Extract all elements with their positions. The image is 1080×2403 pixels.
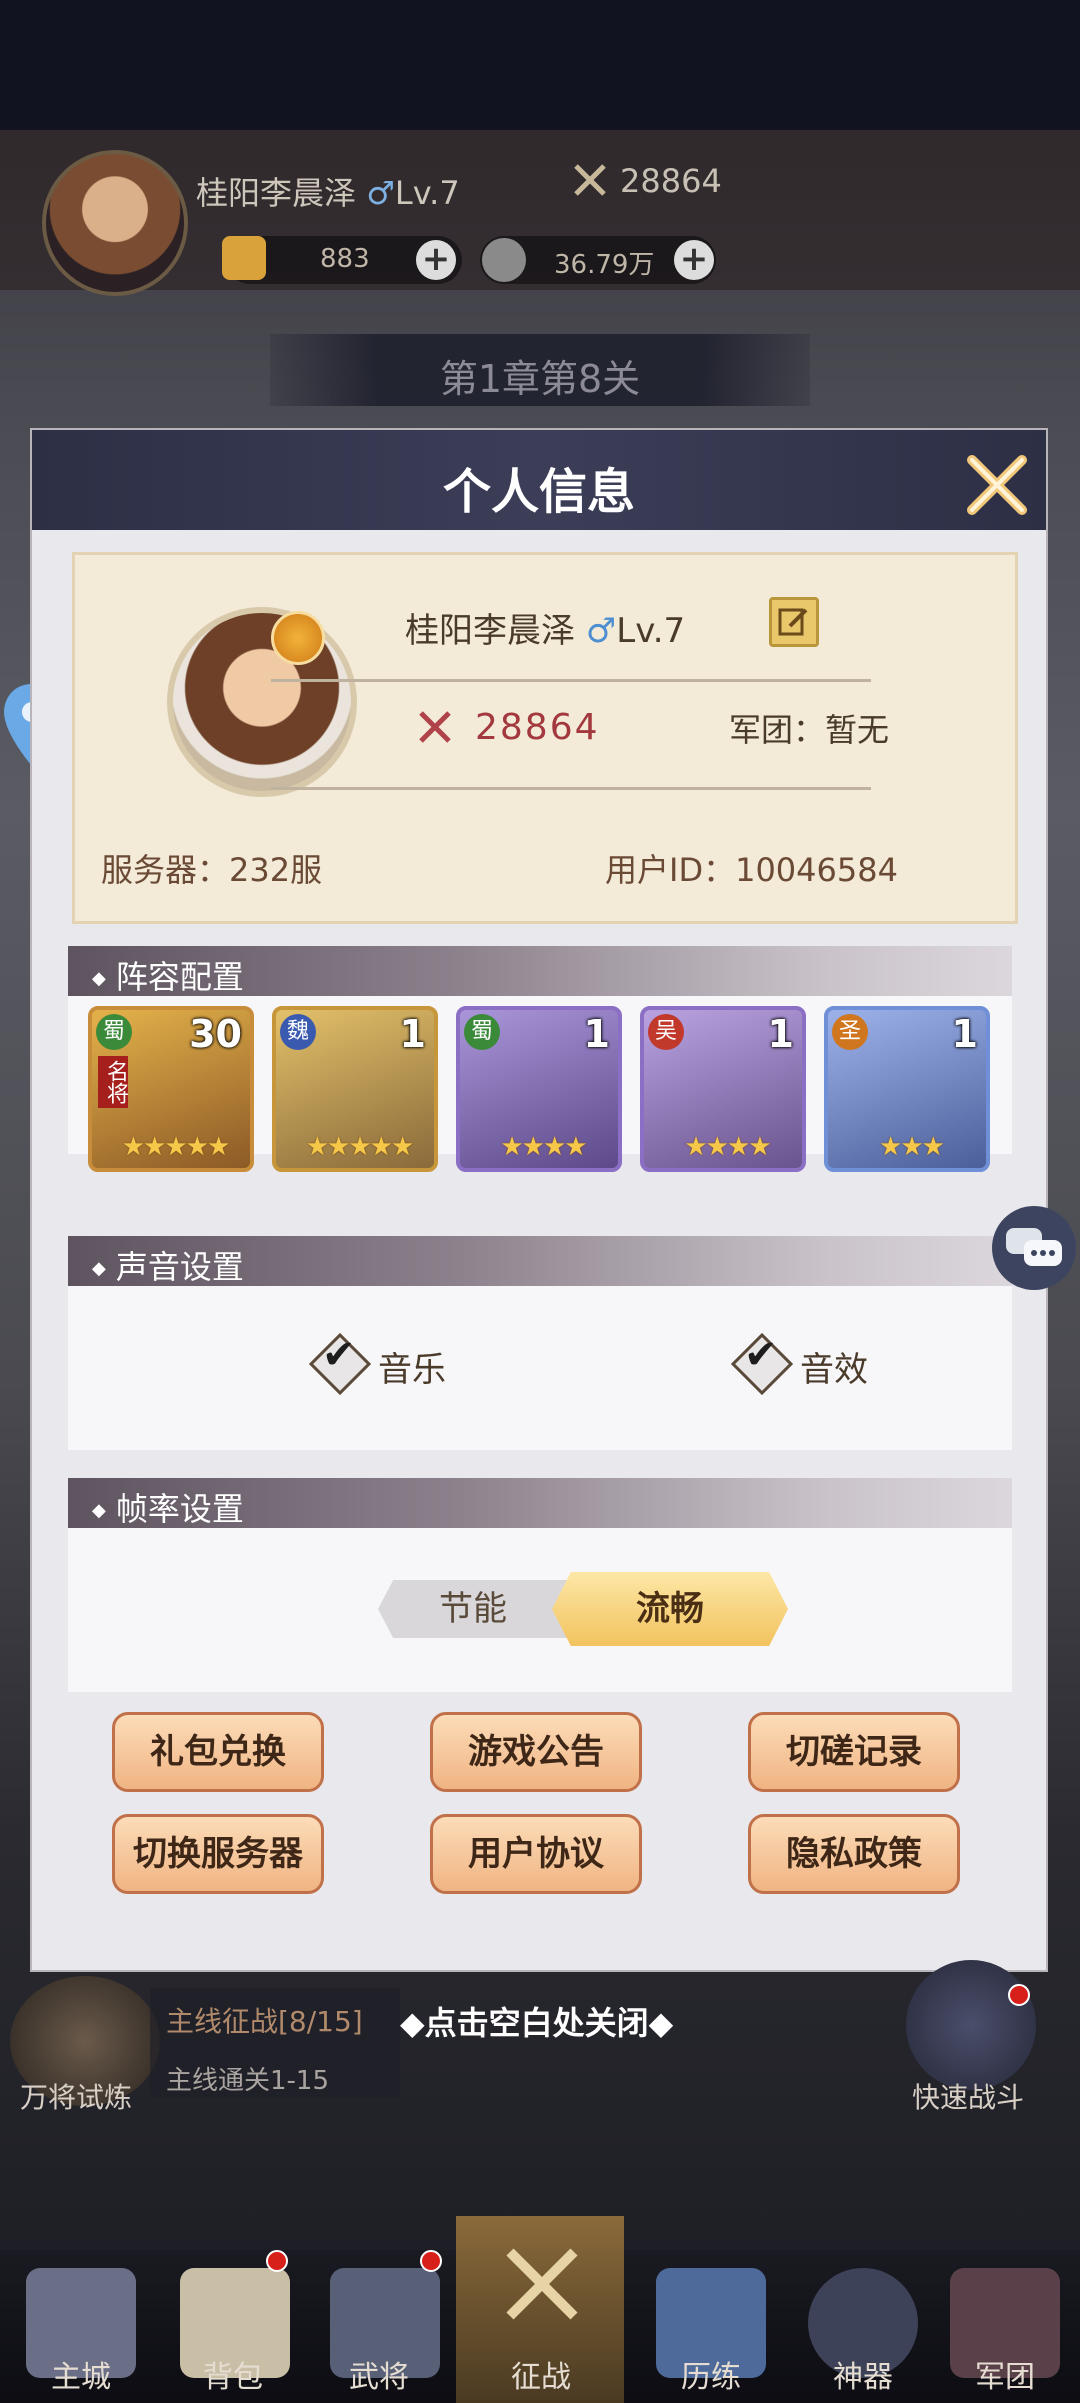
notification-dot: [266, 2250, 288, 2272]
divider: [271, 787, 871, 790]
gift-redeem-button[interactable]: 礼包兑换: [112, 1712, 324, 1792]
nav-legion[interactable]: 军团: [940, 2352, 1070, 2396]
hero-stars: ★★★★: [500, 1132, 587, 1162]
hero-stars: ★★★★★: [121, 1132, 231, 1162]
modal-title: 个人信息: [442, 464, 635, 520]
switch-server-button[interactable]: 切换服务器: [112, 1814, 324, 1894]
user-agreement-button[interactable]: 用户协议: [430, 1814, 642, 1894]
quick-battle-label[interactable]: 快速战斗: [912, 2076, 1024, 2116]
top-player-info: 桂阳李晨泽 ♂Lv.7: [196, 168, 460, 214]
hero-card[interactable]: 圣 1 ★★★: [824, 1006, 990, 1172]
gold-ingot-icon: [222, 236, 266, 280]
lineup-section-header: 阵容配置: [68, 946, 1012, 996]
privacy-policy-button[interactable]: 隐私政策: [748, 1814, 960, 1894]
crossed-swords-icon: [574, 164, 606, 196]
framerate-section: 节能 流畅: [68, 1528, 1012, 1692]
personal-info-modal: 个人信息 桂阳李晨泽 ♂Lv.7 28864 军团：暂无 服务器：232服 用户…: [32, 430, 1046, 1970]
nav-main-city[interactable]: 主城: [16, 2352, 146, 2396]
stage-label: 第1章第8关: [439, 357, 641, 401]
game-notice-button[interactable]: 游戏公告: [430, 1712, 642, 1792]
nav-training[interactable]: 历练: [646, 2352, 776, 2396]
divider: [271, 679, 871, 682]
nav-campaign[interactable]: 征战: [476, 2352, 606, 2396]
top-player-level: Lv.7: [394, 174, 460, 212]
hero-faction-badge: 蜀: [464, 1014, 500, 1050]
trial-label[interactable]: 万将试炼: [20, 2076, 132, 2116]
chat-button[interactable]: [992, 1206, 1076, 1290]
hero-count: 1: [399, 1012, 426, 1056]
gender-icon: ♂: [585, 611, 617, 651]
status-area: [0, 0, 1080, 130]
hero-faction-badge: 吴: [648, 1014, 684, 1050]
hero-count: 1: [951, 1012, 978, 1056]
notification-dot: [420, 2250, 442, 2272]
hero-faction-badge: 圣: [832, 1014, 868, 1050]
hero-count: 30: [189, 1012, 242, 1056]
gender-icon: ♂: [366, 174, 395, 212]
stage-banner[interactable]: 第1章第8关: [270, 334, 810, 406]
top-player-name: 桂阳李晨泽: [196, 174, 357, 212]
check-icon: ✔: [322, 1332, 356, 1378]
check-icon: ✔: [744, 1332, 778, 1378]
nav-generals[interactable]: 武将: [314, 2352, 444, 2396]
framerate-power-save-option[interactable]: 节能: [378, 1580, 568, 1638]
player-avatar[interactable]: [167, 607, 357, 797]
hero-card[interactable]: 蜀 30 名将 ★★★★★: [88, 1006, 254, 1172]
crossed-swords-icon: [419, 711, 451, 743]
gold-value: 883: [320, 244, 370, 274]
sound-section-header: 声音设置: [68, 1236, 1012, 1286]
hero-faction-badge: 蜀: [96, 1014, 132, 1050]
main-quest-title: 主线征战[8/15]: [166, 2005, 363, 2038]
profile-name: 桂阳李晨泽: [405, 611, 575, 651]
tap-to-close-hint[interactable]: ◆点击空白处关闭◆: [400, 1998, 673, 2044]
music-label: 音乐: [378, 1350, 446, 1390]
edit-name-button[interactable]: [769, 597, 819, 647]
main-quest-subtitle: 主线通关1-15: [166, 2066, 330, 2096]
coin-icon: [482, 238, 526, 282]
framerate-smooth-option[interactable]: 流畅: [552, 1572, 788, 1646]
quick-battle-icon[interactable]: [906, 1960, 1036, 2090]
hero-faction-badge: 魏: [280, 1014, 316, 1050]
framerate-section-header: 帧率设置: [68, 1478, 1012, 1528]
duel-record-button[interactable]: 切磋记录: [748, 1712, 960, 1792]
edit-icon: [778, 608, 808, 636]
modal-header: 个人信息: [32, 430, 1046, 530]
framerate-title: 帧率设置: [92, 1484, 244, 1530]
tap-to-close-text: 点击空白处关闭: [424, 2004, 649, 2042]
sound-title: 声音设置: [92, 1242, 244, 1288]
famous-general-badge: 名将: [98, 1056, 128, 1108]
lineup-title: 阵容配置: [92, 952, 244, 998]
add-coin-button[interactable]: +: [674, 240, 714, 280]
crossed-swords-icon[interactable]: [494, 2236, 590, 2332]
top-power-value: 28864: [620, 162, 722, 200]
hero-stars: ★★★★: [684, 1132, 771, 1162]
nav-backpack[interactable]: 背包: [168, 2352, 298, 2396]
add-gold-button[interactable]: +: [416, 240, 456, 280]
sound-section: ✔ 音乐 ✔ 音效: [68, 1286, 1012, 1450]
coin-value: 36.79万: [554, 250, 655, 280]
profile-level: Lv.7: [616, 611, 686, 651]
profile-card: 桂阳李晨泽 ♂Lv.7 28864 军团：暂无 服务器：232服 用户ID：10…: [72, 552, 1018, 924]
server-label: 服务器：232服: [101, 851, 323, 889]
profile-name-row: 桂阳李晨泽 ♂Lv.7: [405, 603, 685, 652]
notification-dot: [1008, 1984, 1030, 2006]
legion-label: 军团：暂无: [729, 711, 890, 749]
hero-stars: ★★★: [879, 1132, 945, 1162]
hero-card[interactable]: 蜀 1 ★★★★: [456, 1006, 622, 1172]
hero-count: 1: [767, 1012, 794, 1056]
nav-artifact[interactable]: 神器: [798, 2352, 928, 2396]
hero-card[interactable]: 吴 1 ★★★★: [640, 1006, 806, 1172]
player-avatar-top[interactable]: [42, 150, 188, 296]
lineup-section: 蜀 30 名将 ★★★★★ 魏 1 ★★★★★ 蜀 1 ★★★★ 吴 1 ★★★…: [68, 996, 1012, 1172]
hero-stars: ★★★★★: [305, 1132, 415, 1162]
close-icon[interactable]: [962, 450, 1032, 520]
hero-card[interactable]: 魏 1 ★★★★★: [272, 1006, 438, 1172]
chat-icon: [1006, 1228, 1062, 1266]
change-avatar-icon[interactable]: [271, 611, 325, 665]
sfx-label: 音效: [800, 1350, 868, 1390]
profile-power: 28864: [475, 707, 600, 748]
hero-count: 1: [583, 1012, 610, 1056]
user-id-label: 用户ID：10046584: [605, 851, 898, 889]
